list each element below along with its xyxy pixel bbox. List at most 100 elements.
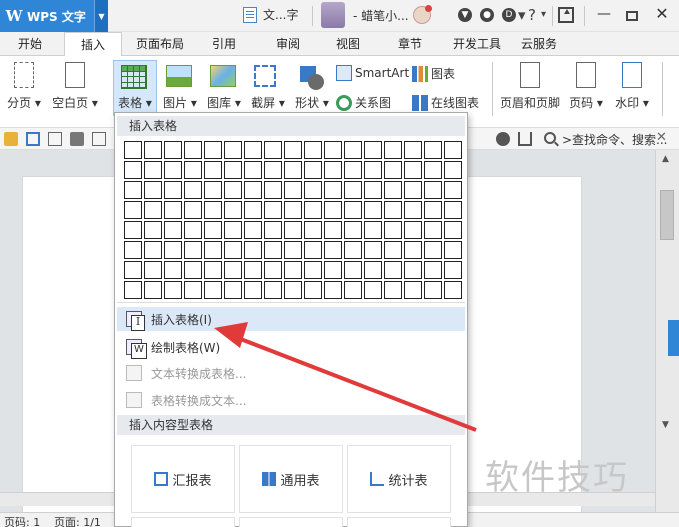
general-table-card[interactable]: 通用表 [239,445,343,513]
tab-view[interactable]: 视图 [324,32,372,56]
grid-cell[interactable] [444,181,462,199]
stats-table-card[interactable]: 统计表 [347,445,451,513]
grid-cell[interactable] [344,161,362,179]
grid-cell[interactable] [384,241,402,259]
document-tab[interactable]: 文...字 [243,6,298,23]
more-dropdown-icon[interactable]: ▾ [518,4,526,26]
table-to-text-item[interactable]: 表格转换成文本... [117,388,465,412]
grid-cell[interactable] [404,221,422,239]
grid-cell[interactable] [284,201,302,219]
text-to-table-item[interactable]: 文本转换成表格... [117,361,465,385]
grid-cell[interactable] [304,281,322,299]
grid-cell[interactable] [204,201,222,219]
grid-cell[interactable] [324,281,342,299]
grid-cell[interactable] [404,201,422,219]
grid-cell[interactable] [304,261,322,279]
tab-home[interactable]: 开始 [4,32,56,56]
grid-cell[interactable] [324,161,342,179]
grid-cell[interactable] [144,201,162,219]
grid-cell[interactable] [204,181,222,199]
tab-developer[interactable]: 开发工具 [448,32,506,56]
draw-table-item[interactable]: 绘制表格(W) [117,335,465,359]
grid-cell[interactable] [184,241,202,259]
tab-insert[interactable]: 插入 [64,32,122,57]
grid-cell[interactable] [124,241,142,259]
grid-cell[interactable] [244,141,262,159]
grid-cell[interactable] [224,201,242,219]
scroll-thumb[interactable] [660,190,674,240]
share-icon[interactable] [518,132,532,146]
grid-cell[interactable] [164,201,182,219]
grid-cell[interactable] [124,181,142,199]
screenshot-button[interactable]: 截屏 ▾ [248,56,288,116]
grid-cell[interactable] [404,161,422,179]
command-search[interactable]: >查找命令、搜索... [562,131,668,148]
vertical-scrollbar[interactable]: ▲ ▼ [655,150,679,513]
grid-cell[interactable] [204,221,222,239]
grid-cell[interactable] [144,141,162,159]
search-icon[interactable] [544,132,556,144]
grid-cell[interactable] [244,201,262,219]
table-button[interactable]: 表格 ▾ [114,56,156,116]
user-account[interactable]: - 蜡笔小... [321,2,432,28]
skin-icon[interactable]: ▼ [458,8,472,22]
grid-cell[interactable] [424,261,442,279]
scroll-down-icon[interactable]: ▼ [662,420,669,430]
grid-cell[interactable] [244,181,262,199]
tab-cloud[interactable]: 云服务 [510,32,568,56]
grid-cell[interactable] [124,201,142,219]
grid-cell[interactable] [164,281,182,299]
grid-cell[interactable] [344,141,362,159]
grid-cell[interactable] [264,201,282,219]
side-panel-tab[interactable] [668,320,679,356]
grid-cell[interactable] [384,161,402,179]
grid-cell[interactable] [364,281,382,299]
grid-cell[interactable] [344,241,362,259]
grid-cell[interactable] [144,241,162,259]
grid-cell[interactable] [184,201,202,219]
grid-cell[interactable] [204,241,222,259]
grid-cell[interactable] [404,261,422,279]
close-button[interactable]: ✕ [652,4,672,26]
grid-cell[interactable] [224,161,242,179]
grid-cell[interactable] [344,261,362,279]
table-size-grid[interactable] [123,140,463,300]
settings-icon[interactable]: ● [480,8,494,22]
grid-cell[interactable] [184,221,202,239]
grid-cell[interactable] [384,141,402,159]
grid-cell[interactable] [444,221,462,239]
grid-cell[interactable] [364,221,382,239]
grid-cell[interactable] [264,281,282,299]
grid-cell[interactable] [244,261,262,279]
online-chart-button[interactable]: 在线图表 [412,94,479,111]
help-icon[interactable]: ? [528,4,536,26]
grid-cell[interactable] [444,201,462,219]
app-menu-button[interactable]: W WPS 文字 ▼ [0,0,108,32]
grid-cell[interactable] [384,281,402,299]
grid-cell[interactable] [224,181,242,199]
grid-cell[interactable] [304,201,322,219]
open-folder-icon[interactable] [4,132,18,146]
grid-cell[interactable] [124,261,142,279]
grid-cell[interactable] [204,261,222,279]
grid-cell[interactable] [364,261,382,279]
grid-cell[interactable] [244,221,262,239]
grid-cell[interactable] [224,261,242,279]
grid-cell[interactable] [324,241,342,259]
grid-cell[interactable] [224,221,242,239]
grid-cell[interactable] [344,201,362,219]
grid-cell[interactable] [404,281,422,299]
grid-cell[interactable] [384,261,402,279]
grid-cell[interactable] [324,181,342,199]
grid-cell[interactable] [164,141,182,159]
grid-cell[interactable] [444,161,462,179]
grid-cell[interactable] [424,201,442,219]
tab-page-layout[interactable]: 页面布局 [128,32,192,56]
grid-cell[interactable] [184,181,202,199]
grid-cell[interactable] [404,241,422,259]
grid-cell[interactable] [144,261,162,279]
grid-cell[interactable] [184,261,202,279]
grid-cell[interactable] [384,201,402,219]
grid-cell[interactable] [444,141,462,159]
grid-cell[interactable] [164,221,182,239]
